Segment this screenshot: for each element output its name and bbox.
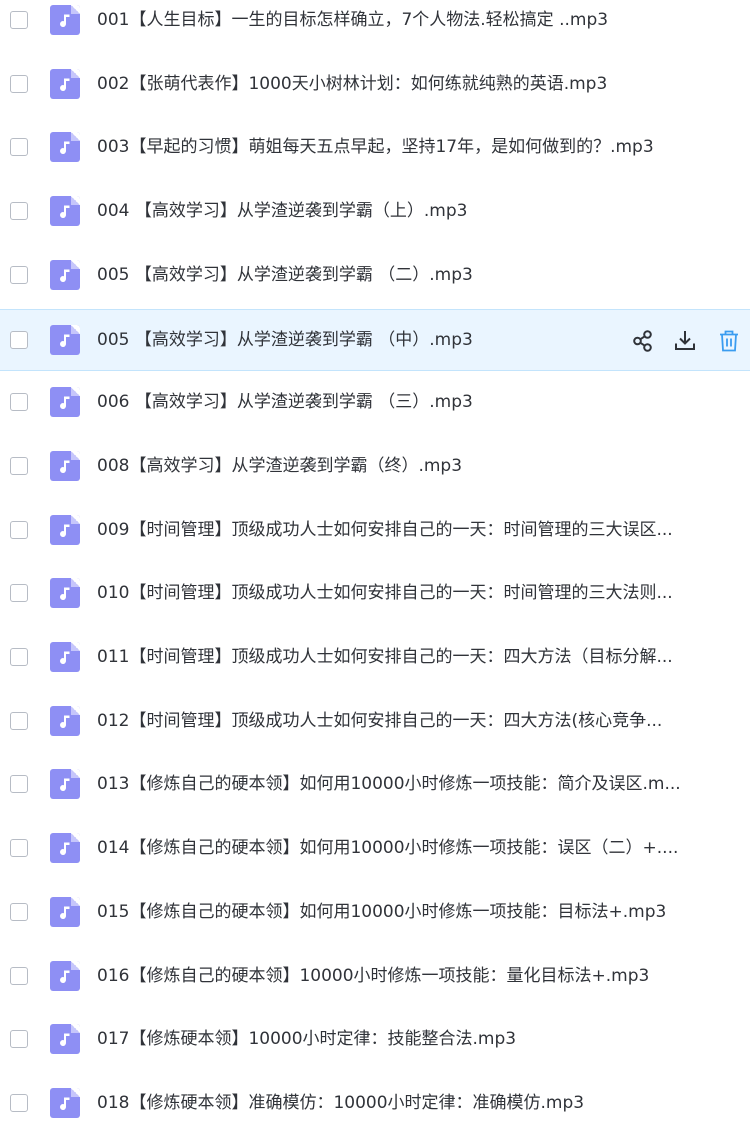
file-name[interactable]: 012【时间管理】顶级成功人士如何安排自己的一天：四大方法(核心竞争... <box>97 710 740 732</box>
file-name[interactable]: 016【修炼自己的硬本领】10000小时修炼一项技能：量化目标法+.mp3 <box>97 965 740 987</box>
row-checkbox[interactable] <box>10 456 28 475</box>
file-row[interactable]: 013【修炼自己的硬本领】如何用10000小时修炼一项技能：简介及误区.m... <box>0 754 750 816</box>
music-note-icon <box>50 68 80 99</box>
file-name[interactable]: 013【修炼自己的硬本领】如何用10000小时修炼一项技能：简介及误区.m... <box>97 773 740 795</box>
row-checkbox[interactable] <box>10 330 28 349</box>
file-row[interactable]: 004 【高效学习】从学渣逆袭到学霸（上）.mp3 <box>0 181 750 243</box>
row-checkbox[interactable] <box>10 966 28 985</box>
file-row[interactable]: 005 【高效学习】从学渣逆袭到学霸 （中）.mp3 <box>0 308 750 371</box>
file-name[interactable]: 010【时间管理】顶级成功人士如何安排自己的一天：时间管理的三大法则... <box>97 582 740 604</box>
row-checkbox[interactable] <box>10 902 28 921</box>
music-note-icon <box>50 705 80 736</box>
music-note-icon <box>50 1024 80 1055</box>
file-row[interactable]: 017【修炼硬本领】10000小时定律：技能整合法.mp3 <box>0 1009 750 1071</box>
music-note-icon <box>50 833 80 864</box>
trash-icon[interactable] <box>716 328 742 354</box>
row-checkbox[interactable] <box>10 11 28 29</box>
file-name[interactable]: 006 【高效学习】从学渣逆袭到学霸 （三）.mp3 <box>97 391 740 413</box>
music-note-icon <box>50 1087 80 1118</box>
music-note-icon <box>50 769 80 800</box>
row-checkbox[interactable] <box>10 648 28 666</box>
file-row[interactable]: 009【时间管理】顶级成功人士如何安排自己的一天：时间管理的三大误区... <box>0 500 750 562</box>
row-checkbox[interactable] <box>10 839 28 858</box>
file-name[interactable]: 003【早起的习惯】萌姐每天五点早起，坚持17年，是如何做到的？.mp3 <box>97 136 740 158</box>
file-name[interactable]: 015【修炼自己的硬本领】如何用10000小时修炼一项技能：目标法+.mp3 <box>97 901 740 923</box>
share-icon[interactable] <box>630 328 656 354</box>
file-row[interactable]: 005 【高效学习】从学渣逆袭到学霸 （二）.mp3 <box>0 245 750 307</box>
music-note-icon <box>50 514 80 545</box>
music-note-icon <box>50 960 80 991</box>
file-row[interactable]: 010【时间管理】顶级成功人士如何安排自己的一天：时间管理的三大法则... <box>0 563 750 625</box>
music-note-icon <box>50 5 80 35</box>
music-note-icon <box>50 578 80 609</box>
file-row[interactable]: 015【修炼自己的硬本领】如何用10000小时修炼一项技能：目标法+.mp3 <box>0 882 750 944</box>
file-name[interactable]: 005 【高效学习】从学渣逆袭到学霸 （中）.mp3 <box>97 329 610 351</box>
row-checkbox[interactable] <box>10 1093 28 1112</box>
row-checkbox[interactable] <box>10 1030 28 1049</box>
file-name[interactable]: 001【人生目标】一生的目标怎样确立，7个人物法.轻松搞定 ..mp3 <box>97 9 740 31</box>
row-checkbox[interactable] <box>10 138 28 157</box>
row-checkbox[interactable] <box>10 775 28 794</box>
file-name[interactable]: 014【修炼自己的硬本领】如何用10000小时修炼一项技能：误区（二）+.... <box>97 837 740 859</box>
file-row[interactable]: 006 【高效学习】从学渣逆袭到学霸 （三）.mp3 <box>0 372 750 434</box>
row-checkbox[interactable] <box>10 584 28 603</box>
music-note-icon <box>50 387 80 418</box>
file-name[interactable]: 008【高效学习】从学渣逆袭到学霸（终）.mp3 <box>97 455 740 477</box>
row-checkbox[interactable] <box>10 265 28 284</box>
row-checkbox[interactable] <box>10 202 28 221</box>
file-name[interactable]: 009【时间管理】顶级成功人士如何安排自己的一天：时间管理的三大误区... <box>97 519 740 541</box>
row-checkbox[interactable] <box>10 393 28 412</box>
file-row[interactable]: 012【时间管理】顶级成功人士如何安排自己的一天：四大方法(核心竞争... <box>0 691 750 753</box>
music-note-icon <box>50 896 80 927</box>
file-list: 001【人生目标】一生的目标怎样确立，7个人物法.轻松搞定 ..mp3 002【… <box>0 0 750 1143</box>
row-checkbox[interactable] <box>10 74 28 93</box>
file-name[interactable]: 017【修炼硬本领】10000小时定律：技能整合法.mp3 <box>97 1028 740 1050</box>
row-checkbox[interactable] <box>10 711 28 730</box>
file-row[interactable]: 001【人生目标】一生的目标怎样确立，7个人物法.轻松搞定 ..mp3 <box>0 0 750 52</box>
music-note-icon <box>50 642 80 672</box>
file-row[interactable]: 003【早起的习惯】萌姐每天五点早起，坚持17年，是如何做到的？.mp3 <box>0 117 750 179</box>
music-note-icon <box>50 324 80 355</box>
file-row[interactable]: 014【修炼自己的硬本领】如何用10000小时修炼一项技能：误区（二）+.... <box>0 818 750 880</box>
file-name[interactable]: 002【张萌代表作】1000天小树林计划：如何练就纯熟的英语.mp3 <box>97 73 740 95</box>
file-name[interactable]: 005 【高效学习】从学渣逆袭到学霸 （二）.mp3 <box>97 264 740 286</box>
music-note-icon <box>50 450 80 481</box>
file-name[interactable]: 004 【高效学习】从学渣逆袭到学霸（上）.mp3 <box>97 200 740 222</box>
file-row[interactable]: 016【修炼自己的硬本领】10000小时修炼一项技能：量化目标法+.mp3 <box>0 946 750 1008</box>
row-actions <box>630 328 742 354</box>
row-checkbox[interactable] <box>10 520 28 539</box>
download-icon[interactable] <box>672 328 698 354</box>
file-name[interactable]: 011【时间管理】顶级成功人士如何安排自己的一天：四大方法（目标分解... <box>97 646 740 668</box>
file-row[interactable]: 011【时间管理】顶级成功人士如何安排自己的一天：四大方法（目标分解... <box>0 627 750 689</box>
music-note-icon <box>50 132 80 163</box>
music-note-icon <box>50 259 80 290</box>
file-row[interactable]: 002【张萌代表作】1000天小树林计划：如何练就纯熟的英语.mp3 <box>0 54 750 116</box>
file-name[interactable]: 018【修炼硬本领】准确模仿：10000小时定律：准确模仿.mp3 <box>97 1092 740 1114</box>
file-row[interactable]: 008【高效学习】从学渣逆袭到学霸（终）.mp3 <box>0 436 750 498</box>
music-note-icon <box>50 196 80 227</box>
file-row[interactable]: 018【修炼硬本领】准确模仿：10000小时定律：准确模仿.mp3 <box>0 1073 750 1135</box>
